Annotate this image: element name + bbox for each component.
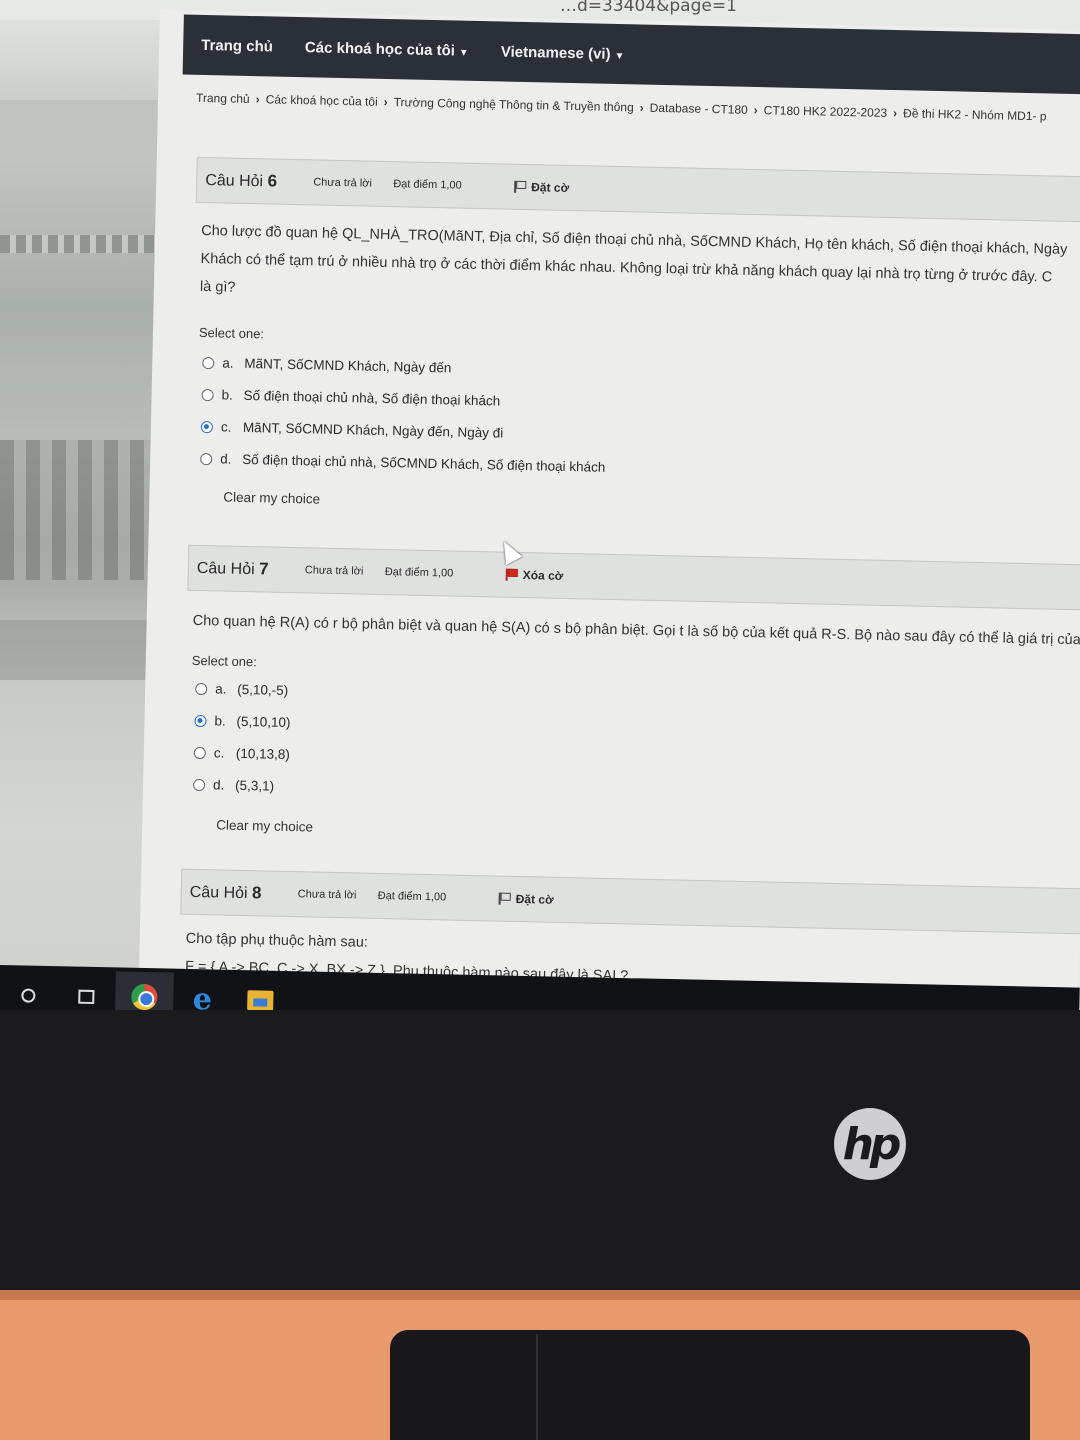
radio-button[interactable] (201, 388, 214, 401)
option-letter: d. (212, 777, 225, 793)
question-mark: Đạt điểm 1,00 (384, 566, 454, 580)
answer-option-a[interactable]: a. (5,10,-5) (195, 681, 288, 698)
option-text: (10,13,8) (235, 745, 290, 763)
nav-my-courses[interactable]: Các khoá học của tôi ▼ (305, 39, 469, 60)
url-fragment: …d=33404&page=1 (560, 0, 737, 16)
question-title: Câu Hỏi 6 (205, 170, 313, 192)
radio-button-checked[interactable] (200, 420, 214, 433)
option-text: Số điện thoại chủ nhà, SốCMND Khách, Số … (242, 451, 606, 475)
question-7-text: Cho quan hệ R(A) có r bộ phân biệt và qu… (192, 607, 1080, 655)
unflag-question-button[interactable]: Xóa cờ (505, 568, 564, 583)
answer-option-d[interactable]: d. Số điện thoại chủ nhà, SốCMND Khách, S… (200, 451, 606, 475)
radio-button[interactable] (200, 452, 213, 465)
monitor-stand-seam (536, 1334, 538, 1440)
flag-question-button[interactable]: Đặt cờ (498, 892, 554, 907)
option-letter: c. (220, 419, 232, 435)
file-explorer-icon (247, 990, 274, 1011)
option-letter: a. (215, 681, 227, 697)
breadcrumb-item[interactable]: Đề thi HK2 - Nhóm MD1- p (903, 106, 1047, 123)
question-title: Câu Hỏi 8 (190, 882, 298, 904)
breadcrumb-item[interactable]: Các khoá học của tôi (266, 92, 378, 108)
top-navbar: Trang chủ Các khoá học của tôi ▼ Vietname… (182, 14, 1080, 95)
flag-question-button[interactable]: Đặt cờ (513, 180, 569, 195)
hp-logo: hp (834, 1108, 906, 1180)
question-title: Câu Hỏi 7 (197, 558, 305, 580)
question-title-prefix: Câu Hỏi (205, 172, 264, 191)
radio-button[interactable] (193, 746, 206, 759)
desk-edge (0, 1290, 1080, 1300)
monitor-stand (390, 1330, 1030, 1440)
nav-language[interactable]: Vietnamese (vi) ▼ (501, 43, 625, 63)
flag-label: Đặt cờ (531, 180, 570, 195)
option-text: (5,3,1) (234, 777, 275, 794)
radio-button[interactable] (202, 356, 215, 369)
radio-button[interactable] (195, 682, 208, 695)
monitor-screen: …d=33404&page=1 Trang chủ Các khoá học c… (0, 0, 1080, 1010)
question-status: Chưa trả lời (313, 176, 372, 190)
option-letter: b. (214, 713, 226, 729)
breadcrumb-item[interactable]: Trường Công nghệ Thông tin & Truyền thôn… (394, 95, 634, 114)
question-number: 7 (258, 559, 269, 579)
answer-option-b[interactable]: b. Số điện thoại chủ nhà, Số điện thoại k… (201, 387, 500, 409)
select-one-label: Select one: (198, 324, 265, 342)
breadcrumb-item[interactable]: Trang chủ (196, 91, 250, 106)
question-6-text: Cho lược đồ quan hệ QL_NHÀ_TRO(MãNT, Địa… (200, 217, 1080, 321)
option-letter: a. (222, 355, 234, 371)
flag-icon (505, 569, 517, 581)
chevron-right-icon: › (255, 92, 260, 107)
flag-label: Xóa cờ (522, 568, 564, 583)
answer-option-a[interactable]: a. MãNT, SốCMND Khách, Ngày đến (202, 355, 452, 376)
radio-button-checked[interactable] (194, 714, 207, 727)
flag-icon (513, 181, 525, 193)
radio-button[interactable] (192, 778, 206, 791)
question-title-prefix: Câu Hỏi (196, 559, 255, 579)
option-letter: c. (213, 745, 225, 761)
question-status: Chưa trả lời (304, 564, 364, 578)
chevron-right-icon: › (383, 94, 388, 109)
task-view-icon (78, 989, 95, 1004)
nav-my-courses-label: Các khoá học của tôi (304, 38, 456, 59)
caret-down-icon: ▼ (614, 50, 625, 62)
question-7-header: Câu Hỏi 7 Chưa trả lời Đạt điểm 1,00 Xóa… (187, 544, 1080, 611)
option-text: MãNT, SốCMND Khách, Ngày đến (244, 355, 452, 376)
breadcrumb-item[interactable]: CT180 HK2 2022-2023 (764, 103, 888, 120)
nav-home[interactable]: Trang chủ (201, 36, 273, 55)
question-title-prefix: Câu Hỏi (189, 883, 248, 903)
question-6-header: Câu Hỏi 6 Chưa trả lời Đạt điểm 1,00 Đặt… (195, 156, 1080, 223)
question-number: 6 (267, 171, 278, 191)
cortana-icon (21, 988, 36, 1003)
clear-choice-link[interactable]: Clear my choice (223, 490, 320, 507)
chrome-icon (131, 983, 158, 1010)
chevron-right-icon: › (639, 100, 644, 115)
select-one-label: Select one: (191, 652, 258, 670)
question-status: Chưa trả lời (297, 888, 357, 902)
nav-language-label: Vietnamese (vi) (500, 42, 611, 63)
option-text: Số điện thoại chủ nhà, Số điện thoại khá… (243, 387, 501, 409)
caret-down-icon: ▼ (458, 47, 469, 59)
browser-content: Trang chủ Các khoá học của tôi ▼ Vietname… (139, 10, 1080, 991)
clear-choice-link[interactable]: Clear my choice (216, 817, 313, 834)
option-text: MãNT, SốCMND Khách, Ngày đến, Ngày đi (242, 419, 504, 441)
question-text-line: Cho quan hệ R(A) có r bộ phân biệt và qu… (192, 612, 1080, 649)
question-mark: Đạt điểm 1,00 (377, 889, 447, 904)
question-8-header: Câu Hỏi 8 Chưa trả lời Đạt điểm 1,00 Đặt… (180, 868, 1080, 935)
answer-option-c[interactable]: c. MãNT, SốCMND Khách, Ngày đến, Ngày đi (200, 419, 504, 441)
breadcrumb-item[interactable]: Database - CT180 (650, 101, 748, 117)
flag-label: Đặt cờ (515, 891, 554, 907)
question-number: 8 (251, 883, 262, 903)
option-letter: d. (220, 451, 232, 467)
flag-icon (498, 893, 510, 905)
option-text: (5,10,-5) (237, 681, 289, 698)
option-text: (5,10,10) (236, 713, 291, 731)
chevron-right-icon: › (892, 106, 898, 121)
chevron-right-icon: › (753, 102, 758, 118)
answer-option-c[interactable]: c. (10,13,8) (193, 745, 290, 763)
answer-option-b[interactable]: b. (5,10,10) (194, 713, 291, 731)
answer-option-d[interactable]: d. (5,3,1) (192, 777, 275, 794)
breadcrumb: Trang chủ › Các khoá học của tôi › Trường Cô… (196, 91, 1047, 124)
option-letter: b. (221, 387, 234, 403)
monitor-bezel (0, 1010, 1080, 1310)
question-mark: Đạt điểm 1,00 (393, 178, 462, 192)
